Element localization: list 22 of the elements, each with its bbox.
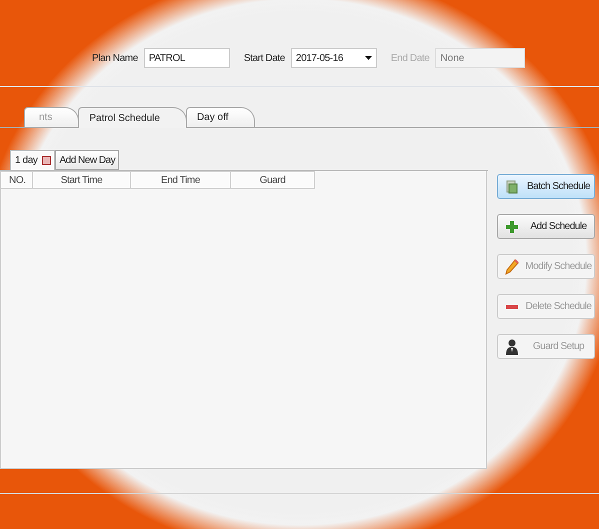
tab[interactable]: Day off — [186, 107, 256, 127]
document-icon — [506, 180, 518, 194]
caret-icon — [364, 56, 372, 60]
schedule-button[interactable]: Batch Schedule — [497, 174, 595, 199]
column-header: Start Time — [33, 171, 131, 189]
start-date-label: Start Date — [244, 52, 285, 64]
end-date-label: End Date — [390, 52, 430, 64]
column-header: NO. — [1, 171, 33, 189]
tab[interactable]: Patrol Schedule — [78, 107, 187, 128]
pencil-icon — [505, 258, 519, 274]
plus-icon — [506, 220, 518, 232]
day-tab[interactable]: 1 day — [10, 150, 56, 170]
start-date-dropdown[interactable]: 2017-05-16 — [290, 48, 377, 68]
person-icon — [506, 338, 518, 354]
minus-icon — [506, 304, 518, 308]
column-header: End Time — [131, 171, 231, 189]
close-icon[interactable] — [42, 156, 52, 165]
plan-name-field[interactable]: PATROL — [144, 48, 230, 68]
plan-name-label: Plan Name — [92, 52, 138, 64]
add-new-day-button[interactable]: Add New Day — [55, 150, 120, 170]
schedule-button[interactable]: Add Schedule — [497, 214, 595, 239]
column-header: Guard — [231, 171, 315, 189]
